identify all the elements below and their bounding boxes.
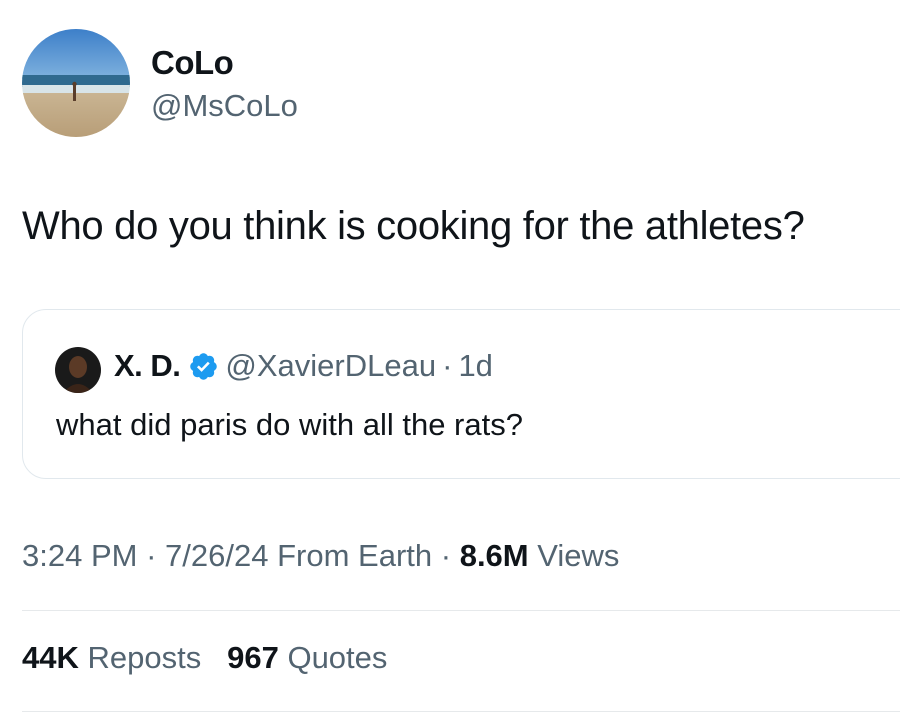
quotes-label: Quotes xyxy=(287,640,388,675)
quoted-author-handle[interactable]: @XavierDLeau xyxy=(225,348,436,384)
engagement-stats: 44K Reposts 967 Quotes xyxy=(22,640,387,676)
quoted-tweet-card[interactable]: X. D. @XavierDLeau · 1d what did paris d… xyxy=(22,309,900,479)
author-name[interactable]: CoLo xyxy=(151,44,234,82)
views-label: Views xyxy=(537,538,620,573)
verified-badge-icon xyxy=(190,352,218,380)
portrait-avatar-image xyxy=(55,347,101,393)
views-count: 8.6M xyxy=(459,538,529,573)
beach-avatar-image xyxy=(22,29,130,137)
separator-dot: · xyxy=(440,538,452,573)
quoted-author-name[interactable]: X. D. xyxy=(114,348,181,384)
tweet-text: Who do you think is cooking for the athl… xyxy=(22,204,805,248)
separator-dot: · xyxy=(146,538,157,573)
tweet-meta: 3:24 PM · 7/26/24 From Earth · 8.6M View… xyxy=(22,538,619,574)
divider xyxy=(22,711,900,712)
tweet-source: From Earth xyxy=(277,538,433,573)
quoted-author-avatar[interactable] xyxy=(55,347,101,393)
divider xyxy=(22,610,900,611)
separator-dot: · xyxy=(442,348,453,383)
author-handle[interactable]: @MsCoLo xyxy=(151,88,298,124)
reposts-link[interactable]: 44K Reposts xyxy=(22,640,210,675)
author-avatar[interactable] xyxy=(22,29,130,137)
quoted-tweet-text: what did paris do with all the rats? xyxy=(56,407,523,442)
quotes-link[interactable]: 967 Quotes xyxy=(227,640,387,675)
quoted-tweet-header: X. D. @XavierDLeau · 1d xyxy=(114,348,493,384)
reposts-count: 44K xyxy=(22,640,79,675)
quoted-timestamp[interactable]: 1d xyxy=(458,348,492,384)
quotes-count: 967 xyxy=(227,640,279,675)
tweet-time[interactable]: 3:24 PM xyxy=(22,538,137,573)
reposts-label: Reposts xyxy=(87,640,202,675)
tweet-date[interactable]: 7/26/24 xyxy=(165,538,268,573)
